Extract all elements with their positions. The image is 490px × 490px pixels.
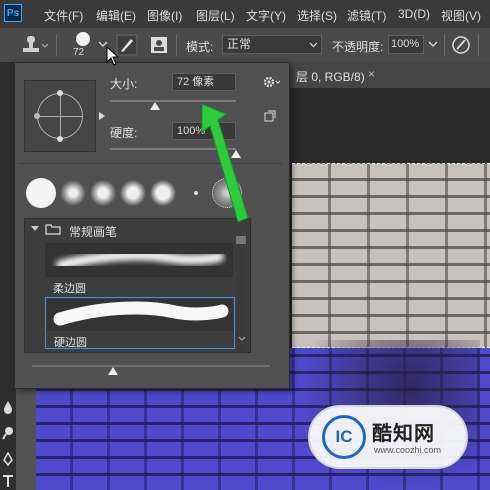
opacity-label: 不透明度: [332, 40, 384, 54]
mode-value: 正常 [227, 37, 252, 51]
preview-size-slider-track[interactable] [32, 365, 270, 367]
triangle-right-icon [99, 112, 105, 120]
mouse-pointer-icon [106, 46, 120, 66]
brick-joints [292, 163, 490, 348]
brush-list-scrollbar[interactable] [236, 234, 246, 352]
chevron-down-icon[interactable] [31, 225, 39, 233]
brush-name-soft-round: 柔边圆 [53, 283, 86, 295]
menu-select[interactable]: 选择(S) [297, 7, 337, 24]
selection-marquee-top [292, 163, 490, 164]
size-label: 大小: [110, 77, 138, 91]
menu-bar: Ps 文件(F) 编辑(E) 图像(I) 图层(L) 文字(Y) 选择(S) 滤… [0, 0, 490, 28]
roundness-handle-top[interactable] [57, 90, 63, 96]
brush-item-hard-round[interactable]: 硬边圆 [45, 297, 235, 349]
menu-filter[interactable]: 滤镜(T) [347, 7, 386, 24]
scrollbar-thumb[interactable] [236, 236, 246, 244]
opacity-field[interactable]: 100% [388, 35, 424, 54]
brush-preset-picker[interactable]: 72 [72, 32, 98, 60]
document-tab-label: 层 0, RGB/8) [296, 70, 365, 84]
watermark-url: www.coozhi.com [374, 445, 442, 455]
menu-layer[interactable]: 图层(L) [196, 7, 235, 24]
chevron-down-icon[interactable] [428, 40, 438, 48]
brush-tip-soft-1[interactable] [60, 180, 86, 206]
pressure-opacity-icon[interactable] [450, 34, 472, 56]
brush-tip-soft-3[interactable] [120, 180, 146, 206]
brush-size-readout: 72 [73, 47, 85, 58]
chevron-down-icon [309, 42, 318, 48]
dodge-tool-icon[interactable] [2, 426, 14, 440]
watermark-title: 酷知网 [372, 423, 435, 445]
green-arrow-icon [201, 103, 249, 223]
size-field[interactable]: 72 像素 [172, 73, 236, 91]
watermark-badge: IC 酷知网 www.coozhi.com [308, 405, 468, 469]
blur-tool-icon[interactable] [2, 400, 14, 414]
menu-image[interactable]: 图像(I) [147, 7, 182, 24]
watermark-logo: IC [322, 415, 366, 459]
mode-label: 模式: [186, 40, 214, 54]
close-icon[interactable]: × [368, 67, 375, 81]
size-slider-thumb[interactable] [150, 102, 161, 110]
type-tool-icon[interactable] [2, 474, 14, 488]
options-bar: 72 模式: 正常 不透明度: 100% [0, 28, 490, 63]
brush-preset-list: 常规画笔 柔边圆 硬边圆 [24, 218, 251, 353]
roundness-handle-bottom[interactable] [57, 136, 63, 142]
hard-stroke-preview [53, 301, 229, 326]
chevron-down-icon[interactable] [238, 336, 246, 342]
brush-roundness-circle [37, 93, 83, 139]
brush-item-soft-round[interactable]: 柔边圆 [45, 243, 233, 295]
folder-icon [45, 224, 61, 235]
menu-edit[interactable]: 编辑(E) [96, 7, 136, 24]
menu-view[interactable]: 视图(V) [441, 7, 481, 24]
hardness-label: 硬度: [110, 126, 138, 140]
menu-file[interactable]: 文件(F) [44, 7, 83, 24]
gear-icon[interactable] [262, 74, 282, 90]
mode-select[interactable]: 正常 [222, 35, 322, 54]
menu-3d[interactable]: 3D(D) [398, 7, 430, 21]
brush-angle-preview[interactable] [24, 80, 96, 152]
brush-tip-soft-4[interactable] [150, 180, 176, 206]
photoshop-logo-icon[interactable]: Ps [4, 4, 22, 22]
document-tab[interactable]: 层 0, RGB/8) × [290, 62, 490, 88]
brush-tip-icon [76, 32, 90, 46]
new-preset-icon[interactable] [264, 110, 276, 122]
brush-group-label: 常规画笔 [69, 225, 118, 239]
menu-type[interactable]: 文字(Y) [246, 7, 286, 24]
opacity-value: 100% [391, 38, 420, 50]
angle-center-left [34, 113, 40, 119]
preview-size-slider-thumb[interactable] [108, 367, 118, 375]
brush-tip-hard-round[interactable] [26, 178, 56, 208]
pen-tool-icon[interactable] [2, 452, 14, 466]
stamp-tool-icon[interactable] [20, 34, 48, 56]
brush-tip-soft-2[interactable] [90, 180, 116, 206]
soft-stroke-preview [56, 250, 224, 270]
size-value: 72 像素 [177, 76, 215, 88]
clone-source-icon[interactable] [148, 34, 170, 56]
brush-name-hard-round: 硬边圆 [54, 337, 87, 349]
canvas-dark-area [290, 88, 490, 163]
